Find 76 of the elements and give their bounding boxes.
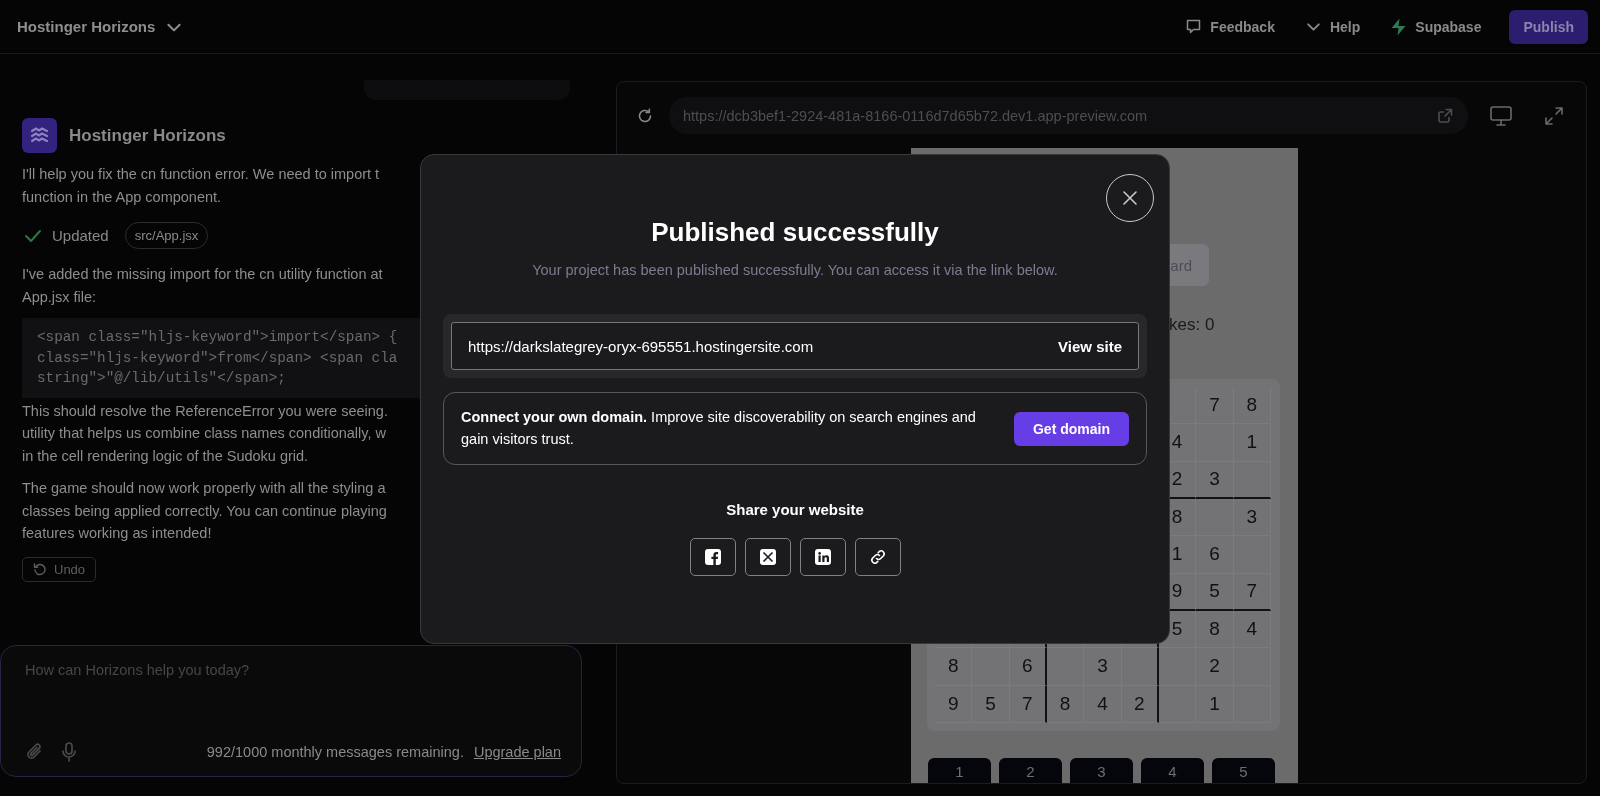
linkedin-icon (814, 549, 831, 565)
share-button[interactable] (799, 538, 846, 576)
grid-cell[interactable] (1121, 648, 1159, 686)
number-button[interactable]: 2 (999, 757, 1062, 783)
message-composer[interactable]: How can Horizons help you today? 992/1000 monthly messages remaining. Upgrade plan (0, 645, 582, 777)
get-domain-button[interactable]: Get domain (1014, 411, 1129, 446)
grid-cell[interactable]: 5 (1196, 573, 1234, 611)
site-url-field[interactable]: https://darkslategrey-oryx-695551.hostingersite.com View site (451, 322, 1139, 370)
check-icon (24, 228, 42, 243)
external-link-icon[interactable] (1437, 107, 1454, 124)
monitor-icon[interactable] (1490, 105, 1512, 126)
grid-cell[interactable]: 6 (1196, 536, 1234, 574)
dialog-title: Published successfully (651, 217, 939, 248)
quota-text: 992/1000 monthly messages remaining. (206, 744, 464, 760)
grid-cell[interactable]: 3 (1084, 648, 1122, 686)
grid-cell[interactable]: 7 (1196, 387, 1234, 425)
grid-cell[interactable]: 6 (1009, 648, 1047, 686)
grid-cell[interactable]: 3 (1233, 499, 1271, 537)
number-button[interactable]: 3 (1070, 757, 1133, 783)
grid-cell[interactable] (1196, 499, 1234, 537)
message-text: I've added the missing import for the cn utility function at App.jsx file: (22, 265, 383, 307)
grid-cell[interactable] (1158, 648, 1197, 686)
undo-button[interactable]: Undo (22, 556, 97, 582)
grid-cell[interactable]: 4 (1084, 685, 1122, 723)
address-bar[interactable]: https://dcb3bef1-2924-481a-8166-0116d7d65b72.dev1.app-preview.com (669, 97, 1468, 134)
assistant-name: Hostinger Horizons (69, 125, 226, 146)
project-menu[interactable]: Hostinger Horizons (17, 17, 184, 36)
grid-cell[interactable]: 3 (1196, 461, 1234, 499)
grid-cell[interactable]: 1 (1196, 685, 1234, 723)
microphone-icon[interactable] (61, 742, 77, 762)
message-text: This should resolve the ReferenceError you were seeing. utility that helps us combine class names conditionally, w in the cell rendering logic of the Sudoku grid. (22, 401, 388, 466)
header-action[interactable]: Feedback (1185, 18, 1275, 35)
grid-cell[interactable]: 8 (1196, 610, 1234, 649)
status-text: kes: 0 (1169, 315, 1215, 334)
publish-button[interactable]: Publish (1509, 9, 1588, 44)
share-button[interactable] (744, 538, 791, 576)
grid-cell[interactable]: 2 (1121, 685, 1159, 723)
x-logo-icon (759, 549, 776, 565)
message-input[interactable]: How can Horizons help you today? (25, 662, 561, 742)
grid-cell[interactable] (1047, 648, 1085, 686)
refresh-icon[interactable] (637, 107, 653, 124)
upgrade-link[interactable]: Upgrade plan (473, 744, 561, 760)
view-site-button[interactable]: View site (1058, 337, 1122, 355)
message-text: The game should now work properly with all the styling a classes being applied correctly. You can continue playing features working as intended! (22, 479, 387, 543)
lightning-icon (1390, 17, 1408, 36)
undo-icon (33, 562, 46, 576)
grid-cell[interactable] (1158, 685, 1197, 723)
grid-cell[interactable]: 7 (1233, 573, 1271, 611)
dialog-subtitle: Your project has been published successfully. You can access it via the link below. (532, 262, 1058, 278)
number-button[interactable]: 5 (1212, 757, 1275, 783)
number-button[interactable]: 1 (928, 757, 991, 783)
expand-icon[interactable] (1544, 105, 1564, 126)
message-text: I'll help you fix the cn function error. We need to import t function in the App component. (22, 165, 380, 207)
header-action[interactable]: Help (1304, 18, 1361, 35)
grid-cell[interactable]: 7 (1009, 685, 1047, 723)
grid-cell[interactable]: 2 (1196, 648, 1234, 686)
close-icon (1122, 190, 1138, 206)
share-button[interactable] (854, 538, 901, 576)
speech-bubble-icon (1185, 18, 1203, 35)
grid-cell[interactable]: 1 (1233, 424, 1271, 462)
grid-cell[interactable]: 9 (935, 685, 973, 723)
status-label: Updated (52, 227, 109, 244)
link-icon (868, 548, 887, 566)
domain-promo-text: Connect your own domain. Improve site discoverability on search engines and gain visitors trust. (461, 408, 977, 449)
grid-cell[interactable] (1233, 461, 1271, 499)
share-button[interactable] (689, 538, 736, 576)
grid-cell[interactable]: 4 (1233, 610, 1271, 649)
grid-cell[interactable]: 8 (1047, 685, 1085, 723)
header-action[interactable]: Supabase (1390, 17, 1482, 36)
facebook-icon (704, 549, 721, 565)
number-button[interactable]: 4 (1141, 757, 1204, 783)
grid-cell[interactable]: 8 (1233, 387, 1271, 425)
grid-cell[interactable]: 8 (935, 648, 973, 686)
assistant-logo-icon (22, 118, 57, 153)
share-heading: Share your website (726, 501, 864, 518)
grid-cell[interactable]: 5 (972, 685, 1010, 723)
